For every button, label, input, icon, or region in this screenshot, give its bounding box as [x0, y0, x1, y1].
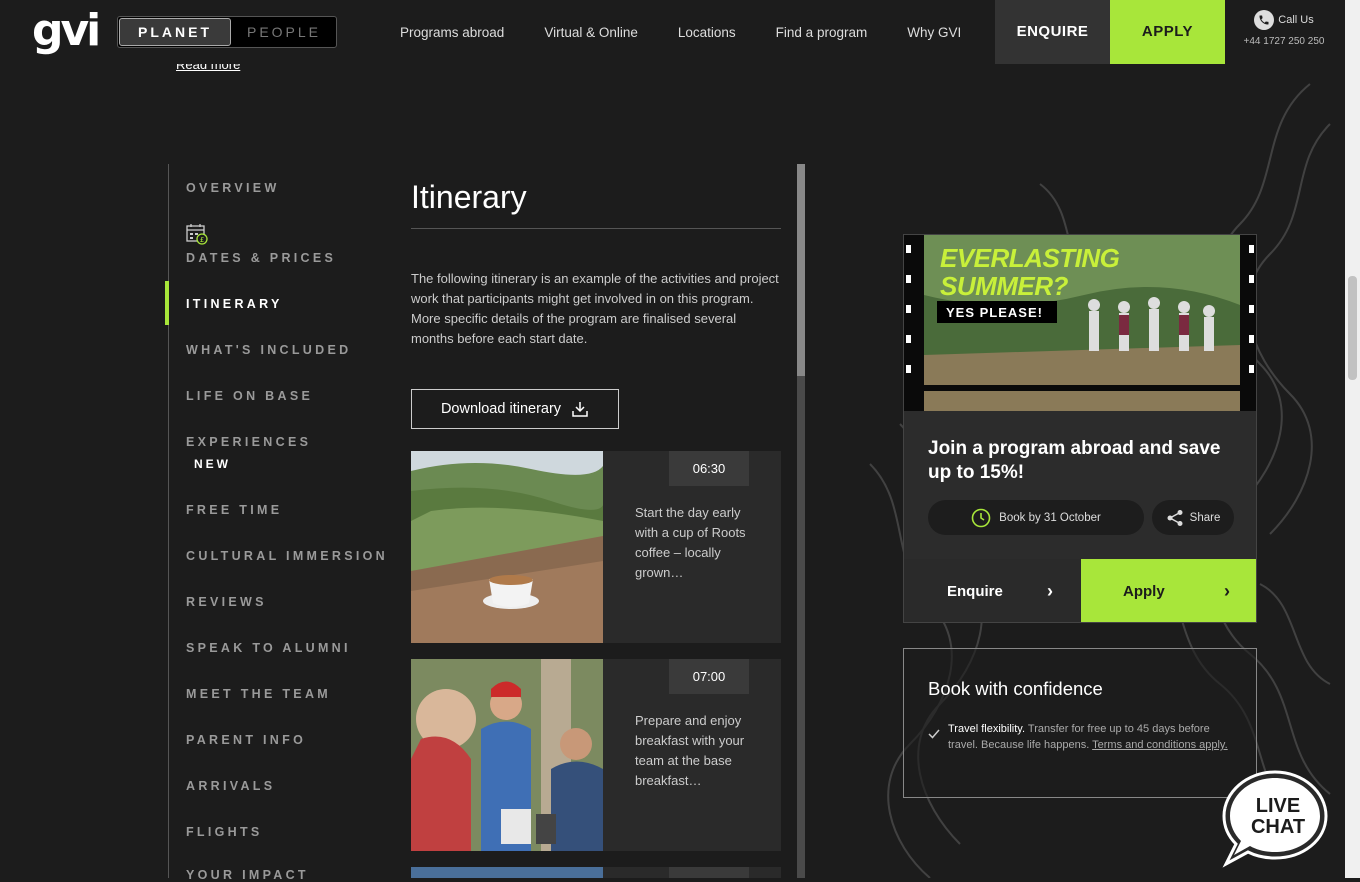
sidebar-item-experiences[interactable]: EXPERIENCES — [186, 435, 311, 449]
itinerary-photo — [411, 867, 603, 878]
itinerary-text: Prepare and enjoy breakfast with your te… — [635, 713, 745, 788]
sidebar-item-arrivals[interactable]: ARRIVALS — [186, 779, 275, 793]
book-by-pill: Book by 31 October — [928, 500, 1144, 535]
itinerary-title: Itinerary — [411, 179, 527, 215]
nav-why-gvi[interactable]: Why GVI — [907, 0, 961, 64]
promo-apply-button[interactable]: Apply › — [1081, 559, 1256, 622]
sidebar-item-reviews[interactable]: REVIEWS — [186, 595, 267, 609]
live-chat-line1: LIVE — [1255, 795, 1301, 817]
sidebar-item-speak-to-alumni[interactable]: SPEAK TO ALUMNI — [186, 641, 351, 655]
calendar-price-icon: £ — [186, 223, 208, 250]
toggle-planet[interactable]: PLANET — [119, 18, 231, 46]
call-us[interactable]: Call Us +44 1727 250 250 — [1234, 10, 1334, 47]
new-badge: NEW — [194, 457, 231, 471]
banner-line2: SUMMER? — [940, 271, 1068, 301]
planet-people-toggle[interactable]: PLANET PEOPLE — [117, 16, 337, 48]
sidebar-item-whats-included[interactable]: WHAT'S INCLUDED — [186, 343, 351, 357]
sidebar-item-meet-the-team[interactable]: MEET THE TEAM — [186, 687, 331, 701]
gvi-logo[interactable]: gvi — [32, 8, 101, 54]
nav-programs-abroad[interactable]: Programs abroad — [400, 0, 504, 64]
active-indicator — [165, 281, 169, 325]
itinerary-card[interactable]: 07:00 Prepare and enjoy breakfast with y… — [411, 659, 781, 851]
itinerary-time-placeholder — [669, 867, 749, 878]
sidebar-item-flights[interactable]: FLIGHTS — [186, 825, 263, 839]
sidebar-item-itinerary[interactable]: ITINERARY — [186, 297, 283, 311]
header-apply-button[interactable]: APPLY — [1110, 0, 1225, 64]
confidence-text: Travel flexibility. Transfer for free up… — [948, 721, 1238, 753]
share-icon — [1167, 509, 1183, 526]
phone-number[interactable]: +44 1727 250 250 — [1234, 36, 1334, 47]
breakfast-prep-photo — [411, 659, 603, 851]
nav-virtual-online[interactable]: Virtual & Online — [544, 0, 638, 64]
title-divider — [411, 228, 781, 229]
promo-enquire-button[interactable]: Enquire › — [904, 559, 1081, 622]
sidebar-item-your-impact[interactable]: YOUR IMPACT — [186, 868, 309, 882]
page-scrollbar[interactable] — [1345, 0, 1360, 878]
sidebar-item-free-time[interactable]: FREE TIME — [186, 503, 282, 517]
sidebar-item-overview[interactable]: OVERVIEW — [186, 181, 280, 195]
toggle-people[interactable]: PEOPLE — [232, 17, 336, 47]
banner-line3: YES PLEASE! — [946, 305, 1043, 320]
promo-card: EVERLASTING SUMMER? YES PLEASE! Join a p… — [903, 234, 1257, 623]
travel-flexibility-label: Travel flexibility. — [948, 723, 1026, 735]
chevron-right-icon: › — [1047, 581, 1053, 601]
itinerary-description: The following itinerary is an example of… — [411, 271, 779, 346]
site-header: gvi PLANET PEOPLE Programs abroad Virtua… — [0, 0, 1345, 64]
program-sidebar-nav: OVERVIEW £ DATES & PRICES ITINERARY WHAT… — [165, 164, 389, 882]
live-chat-line2: CHAT — [1250, 816, 1306, 838]
download-itinerary-button[interactable]: Download itinerary — [411, 389, 619, 429]
itinerary-text: Start the day early with a cup of Roots … — [635, 505, 746, 580]
sidebar-item-cultural-immersion[interactable]: CULTURAL IMMERSION — [186, 549, 388, 563]
download-icon — [572, 402, 588, 417]
banner-line1: EVERLASTING — [940, 243, 1120, 273]
promo-enquire-label: Enquire — [947, 583, 1003, 600]
download-itinerary-label: Download itinerary — [440, 401, 562, 417]
sidebar-item-parent-info[interactable]: PARENT INFO — [186, 733, 306, 747]
phone-icon — [1254, 10, 1275, 30]
itinerary-card[interactable] — [411, 867, 781, 878]
call-us-label: Call Us — [1278, 14, 1314, 26]
live-chat-label: LIVE CHAT — [1238, 796, 1318, 838]
book-by-text: Book by 31 October — [999, 511, 1101, 524]
itinerary-scrollbar[interactable] — [797, 164, 805, 878]
nav-locations[interactable]: Locations — [678, 0, 736, 64]
confidence-title: Book with confidence — [928, 678, 1103, 699]
book-with-confidence-card: Book with confidence Travel flexibility.… — [903, 648, 1257, 798]
share-label: Share — [1189, 511, 1221, 524]
terms-link[interactable]: Terms and conditions apply. — [1092, 739, 1228, 751]
itinerary-card[interactable]: 06:30 Start the day early with a cup of … — [411, 451, 781, 643]
promo-heading: Join a program abroad and save up to 15%… — [928, 438, 1221, 483]
clock-icon — [971, 508, 991, 527]
coffee-hills-photo — [411, 451, 603, 643]
check-icon — [928, 729, 940, 739]
main-nav: Programs abroad Virtual & Online Locatio… — [400, 0, 961, 64]
page-scrollbar-thumb[interactable] — [1348, 276, 1357, 380]
live-chat-button[interactable]: LIVE CHAT — [1220, 768, 1330, 868]
itinerary-time: 07:00 — [669, 659, 749, 694]
chevron-right-icon: › — [1224, 581, 1230, 601]
promo-banner[interactable]: EVERLASTING SUMMER? YES PLEASE! — [904, 235, 1256, 411]
nav-find-a-program[interactable]: Find a program — [776, 0, 868, 64]
share-button[interactable]: Share — [1152, 500, 1234, 535]
svg-text:£: £ — [200, 236, 204, 244]
header-enquire-button[interactable]: ENQUIRE — [995, 0, 1110, 64]
sidebar-item-dates-prices[interactable]: DATES & PRICES — [186, 251, 336, 265]
itinerary-time: 06:30 — [669, 451, 749, 486]
promo-apply-label: Apply — [1123, 583, 1165, 600]
itinerary-scrollbar-thumb[interactable] — [797, 164, 805, 376]
sidebar-item-life-on-base[interactable]: LIFE ON BASE — [186, 389, 313, 403]
